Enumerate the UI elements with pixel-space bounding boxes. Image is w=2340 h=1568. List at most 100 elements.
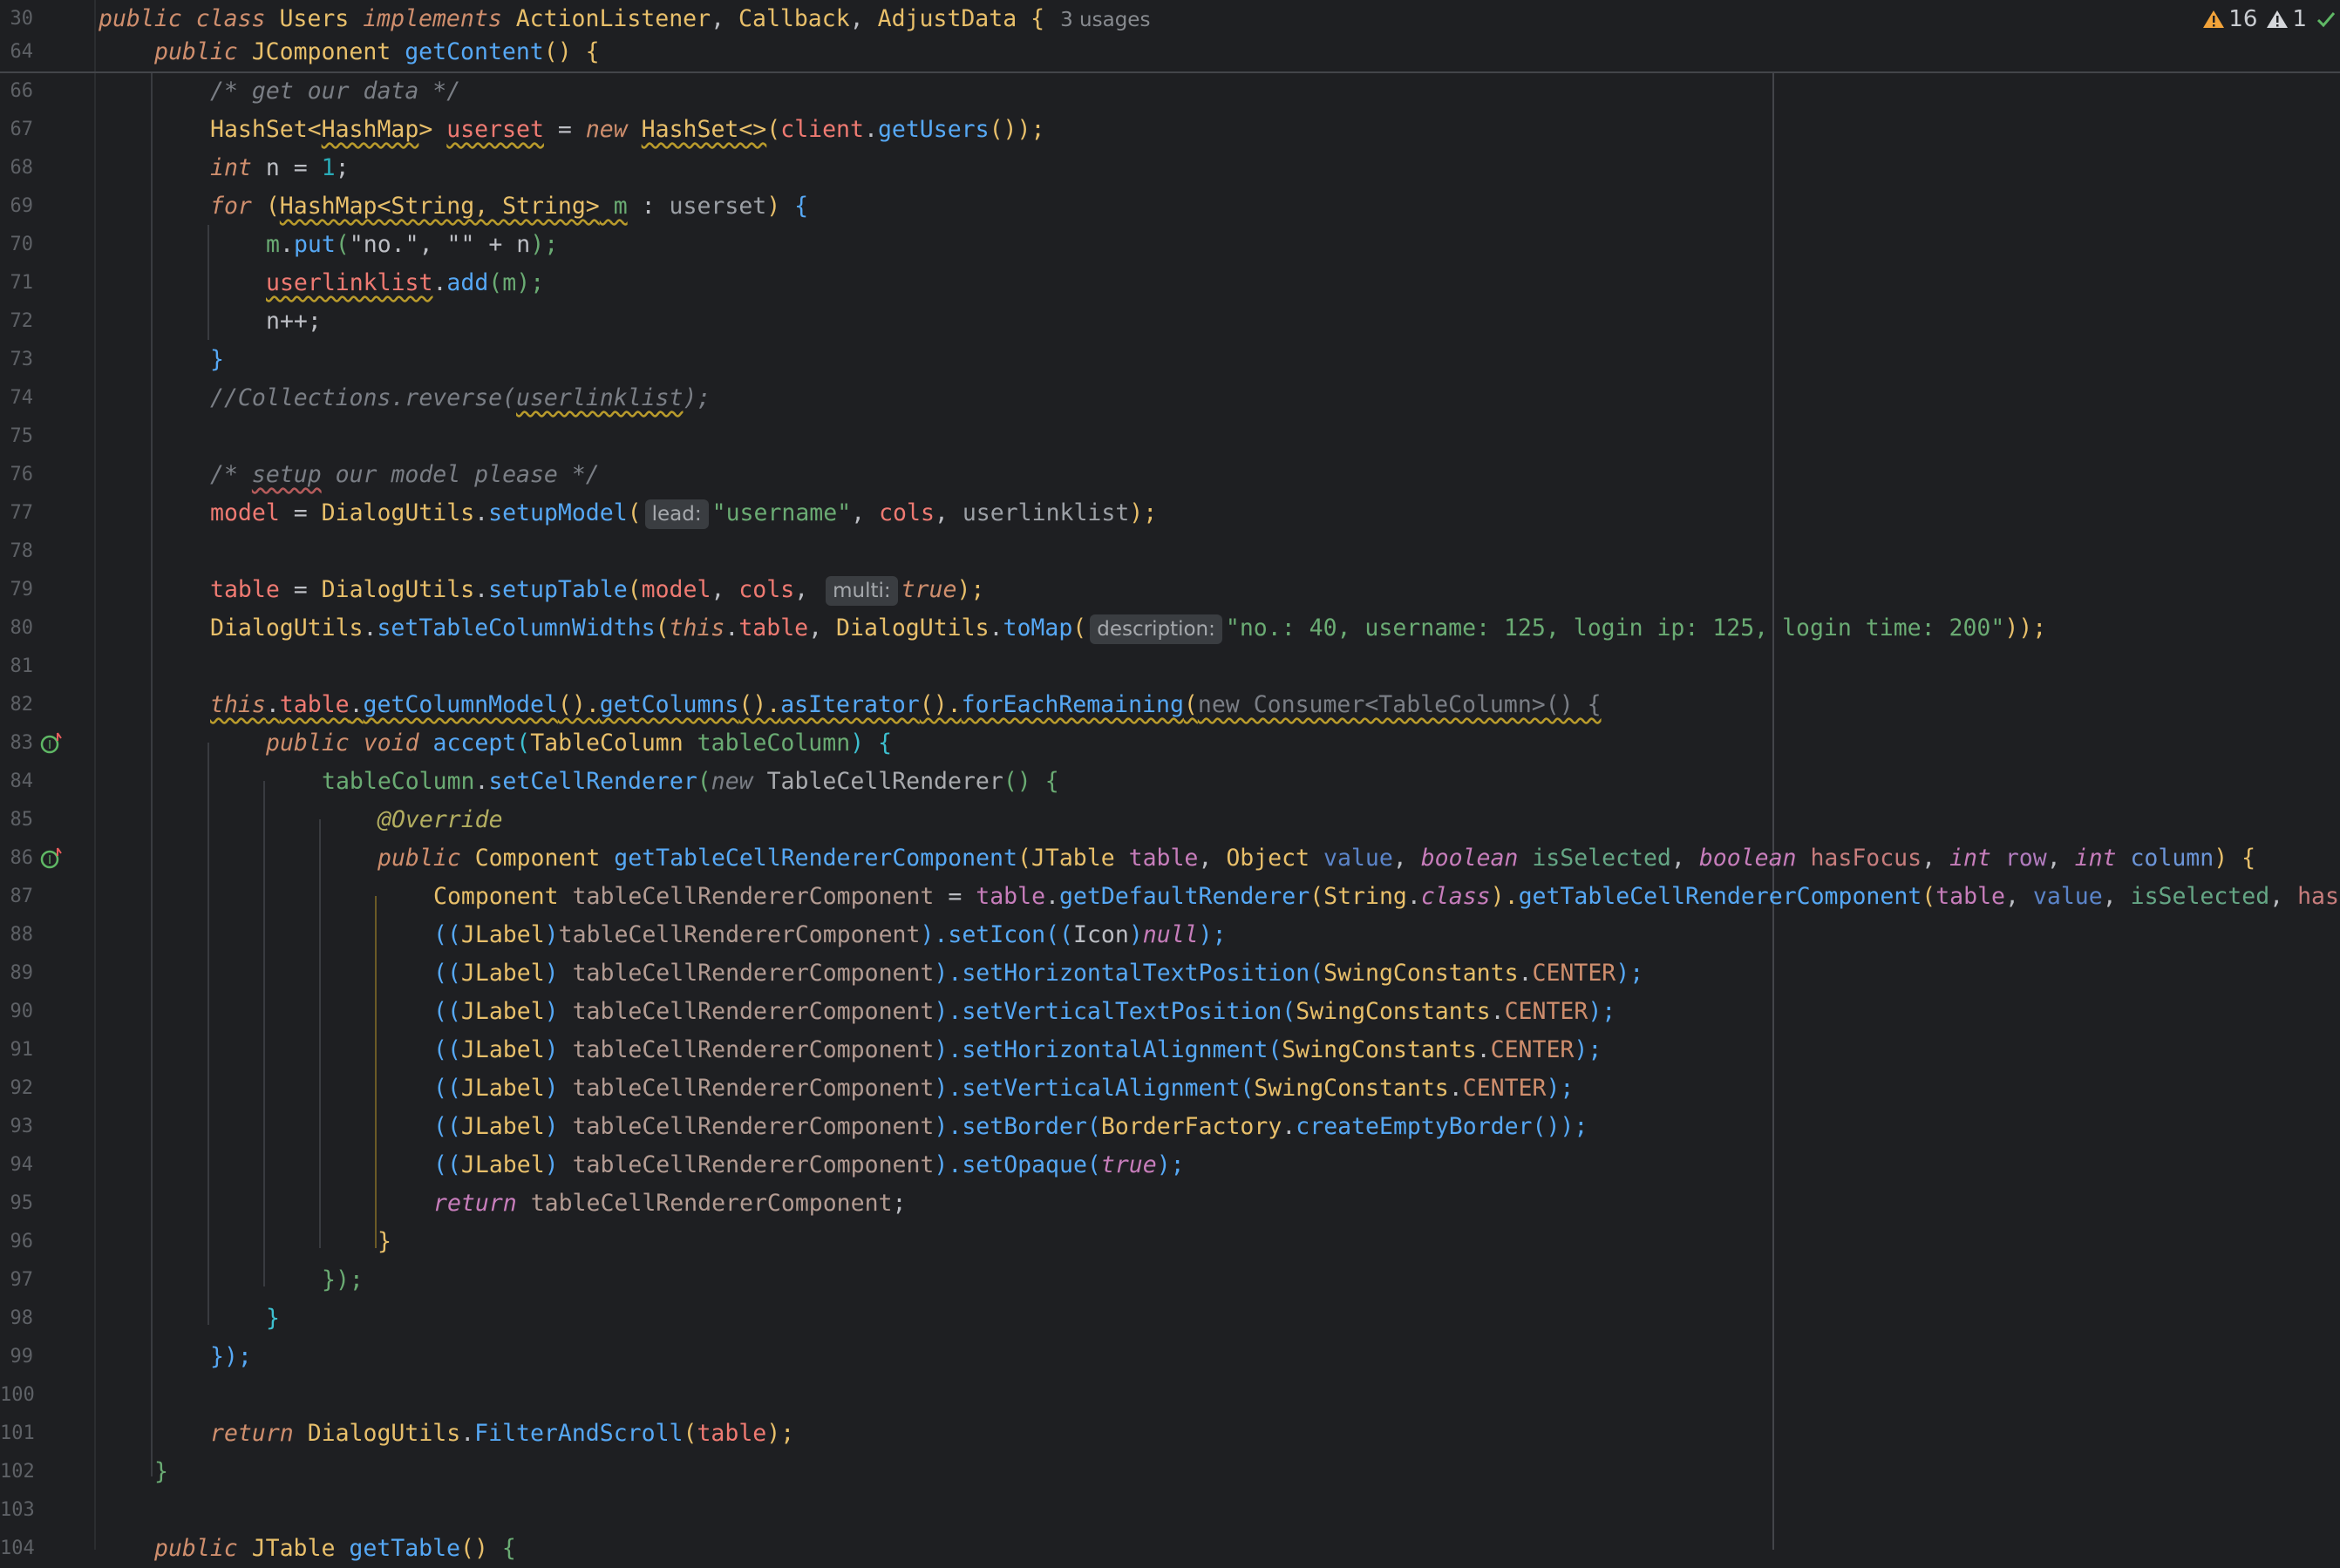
code-line[interactable]: 77 model = DialogUtils.setupModel(lead: "… xyxy=(0,494,2340,533)
paren: ( xyxy=(697,768,711,795)
code-line[interactable]: 74 //Collections.reverse(userlinklist); xyxy=(0,379,2340,417)
code-line[interactable]: 82 this.table.getColumnModel().getColumn… xyxy=(0,686,2340,724)
code-line[interactable]: 89 ((JLabel) tableCellRendererComponent)… xyxy=(0,954,2340,993)
keyword: class xyxy=(195,4,266,32)
parameter: table xyxy=(1935,883,2005,910)
code-line[interactable]: 84 tableColumn.setCellRenderer(new Table… xyxy=(0,763,2340,801)
code-line[interactable]: 79 table = DialogUtils.setupTable(model,… xyxy=(0,571,2340,609)
code-line[interactable]: 76 /* setup our model please */ xyxy=(0,456,2340,494)
line-number: 70 xyxy=(10,234,34,255)
brace: { xyxy=(864,730,893,757)
comma: , xyxy=(2102,883,2131,910)
comma: , xyxy=(849,4,864,32)
line-number: 86 xyxy=(10,847,34,869)
local-variable: tableCellRendererComponent xyxy=(516,1190,893,1217)
code-line[interactable]: 85 @Override xyxy=(0,801,2340,839)
brace: } xyxy=(154,1458,168,1485)
code-line[interactable]: 102 } xyxy=(0,1453,2340,1491)
code-line[interactable]: 104 public JTable getTable() { xyxy=(0,1530,2340,1568)
code-line[interactable]: 72 n++; xyxy=(0,302,2340,341)
paren: ); xyxy=(1156,1151,1185,1178)
parameter: table xyxy=(976,883,1046,910)
type: Callback xyxy=(738,4,850,32)
code-line[interactable]: 80 DialogUtils.setTableColumnWidths(this… xyxy=(0,609,2340,648)
code-line[interactable]: 95 return tableCellRendererComponent; xyxy=(0,1184,2340,1223)
parameter: hasFocus xyxy=(1796,845,1922,872)
paren: ( xyxy=(1086,1113,1101,1140)
code-line[interactable]: 90 ((JLabel) tableCellRendererComponent)… xyxy=(0,993,2340,1031)
code-line[interactable]: 96 } xyxy=(0,1223,2340,1261)
code-line[interactable]: 93 ((JLabel) tableCellRendererComponent)… xyxy=(0,1108,2340,1146)
code-editor[interactable]: 30 public class Users implements ActionL… xyxy=(0,0,2340,1562)
keyword: int xyxy=(210,154,252,181)
code-line[interactable]: 97 }); xyxy=(0,1261,2340,1300)
keyword: public xyxy=(99,4,182,32)
brace: { xyxy=(487,1535,516,1562)
paren: ). xyxy=(934,998,963,1025)
paren: () xyxy=(543,38,572,65)
paren: ( xyxy=(1922,883,1936,910)
type: TableCellRenderer xyxy=(752,768,1003,795)
weak-warnings-indicator[interactable]: 1 xyxy=(2266,6,2307,32)
method-call: setCellRenderer xyxy=(488,768,697,795)
class-ref: DialogUtils xyxy=(836,614,990,641)
type: JLabel xyxy=(460,960,545,987)
dot: . xyxy=(460,1420,475,1447)
dot: . xyxy=(863,116,878,143)
code-line[interactable]: 67 HashSet<HashMap> userset = new HashSe… xyxy=(0,111,2340,149)
line-number: 67 xyxy=(10,119,34,140)
code-line[interactable]: 101 return DialogUtils.FilterAndScroll(t… xyxy=(0,1415,2340,1453)
keyword: return xyxy=(210,1420,294,1447)
paren: ). xyxy=(934,1075,963,1102)
code-line[interactable]: 100 xyxy=(0,1376,2340,1415)
line-number: 73 xyxy=(10,349,34,370)
keyword: public xyxy=(154,38,238,65)
class-ref: SwingConstants xyxy=(1254,1075,1449,1102)
code-line[interactable]: 71 userlinklist.add(m); xyxy=(0,264,2340,302)
code-line[interactable]: 69 for (HashMap<String, String> m : user… xyxy=(0,187,2340,226)
method-call: setHorizontalTextPosition xyxy=(962,960,1310,987)
code-line[interactable]: 87 Component tableCellRendererComponent … xyxy=(0,878,2340,916)
code-line[interactable]: 81 xyxy=(0,648,2340,686)
line-number: 71 xyxy=(10,272,34,294)
code-line[interactable]: 91 ((JLabel) tableCellRendererComponent)… xyxy=(0,1031,2340,1069)
type: HashSet< xyxy=(210,116,322,143)
code-line[interactable]: 99 }); xyxy=(0,1338,2340,1376)
code-line[interactable]: 78 xyxy=(0,533,2340,571)
type: JLabel xyxy=(460,1151,545,1178)
paren: ( xyxy=(766,116,781,143)
code-line[interactable]: 86 I public Component getTableCellRender… xyxy=(0,839,2340,878)
method-name: getTable xyxy=(335,1535,461,1562)
keyword: new xyxy=(711,768,753,795)
line-number: 77 xyxy=(10,502,34,524)
check-icon[interactable] xyxy=(2316,9,2337,30)
comment: /* xyxy=(210,461,252,488)
code-text: n++; xyxy=(266,308,322,335)
code-line[interactable]: 103 xyxy=(0,1491,2340,1530)
code-line[interactable]: 94 ((JLabel) tableCellRendererComponent)… xyxy=(0,1146,2340,1184)
code-line[interactable]: 83 I public void accept(TableColumn tabl… xyxy=(0,724,2340,763)
line-number: 91 xyxy=(10,1039,34,1061)
code-line[interactable]: 66 /* get our data */ xyxy=(0,72,2340,111)
usages-hint[interactable]: 3 usages xyxy=(1060,9,1150,31)
code-line[interactable]: 88 ((JLabel)tableCellRendererComponent).… xyxy=(0,916,2340,954)
code-line[interactable]: 70 m.put("no.", "" + n); xyxy=(0,226,2340,264)
code-line[interactable]: 73 } xyxy=(0,341,2340,379)
code-line[interactable]: 98 } xyxy=(0,1300,2340,1338)
type: HashMap<String, String> xyxy=(279,193,600,220)
class-ref: DialogUtils xyxy=(321,576,475,603)
code-line[interactable]: 75 xyxy=(0,417,2340,456)
implements-method-icon[interactable]: I xyxy=(38,724,66,763)
code-line[interactable]: 92 ((JLabel) tableCellRendererComponent)… xyxy=(0,1069,2340,1108)
method-name: getTableCellRendererComponent xyxy=(614,845,1017,872)
implements-method-icon[interactable]: I xyxy=(38,839,66,878)
comma: , xyxy=(934,499,963,526)
field: model xyxy=(210,499,280,526)
dot: . xyxy=(474,768,489,795)
warnings-indicator[interactable]: 16 xyxy=(2202,6,2257,32)
paren: ) xyxy=(1128,921,1143,948)
code-line[interactable]: 68 int n = 1; xyxy=(0,149,2340,187)
brace: } xyxy=(210,346,224,373)
sticky-line-64[interactable]: 64 public JComponent getContent() { xyxy=(0,33,2340,71)
comma: , xyxy=(1922,845,1950,872)
